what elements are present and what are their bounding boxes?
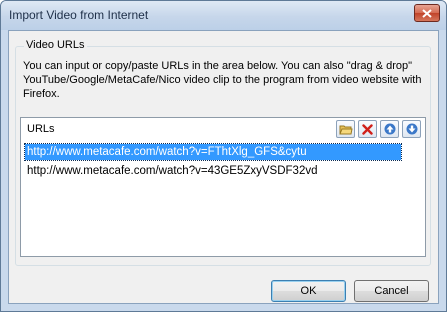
url-panel-header: URLs (21, 118, 425, 139)
group-legend: Video URLs (24, 39, 87, 51)
close-button[interactable] (414, 4, 440, 22)
move-up-button[interactable] (380, 120, 399, 138)
url-panel: URLs http://www.metacafe.com/watch?v=FTh… (20, 117, 426, 257)
title-bar[interactable]: Import Video from Internet (1, 1, 446, 30)
url-list-item[interactable]: http://www.metacafe.com/watch?v=FThtXlg_… (24, 143, 402, 161)
open-folder-icon (338, 125, 353, 135)
dialog-client-area: Video URLs You can input or copy/paste U… (8, 30, 439, 304)
move-up-icon (384, 123, 395, 135)
move-down-button[interactable] (402, 120, 421, 138)
ok-button[interactable]: OK (271, 280, 346, 302)
open-folder-button[interactable] (336, 120, 355, 138)
window-title: Import Video from Internet (9, 8, 149, 22)
delete-icon (362, 123, 373, 135)
instructions-text: You can input or copy/paste URLs in the … (23, 60, 422, 100)
url-header-label: URLs (27, 123, 55, 135)
video-urls-group: Video URLs You can input or copy/paste U… (15, 39, 431, 266)
cancel-button[interactable]: Cancel (354, 280, 429, 302)
url-list-item[interactable]: http://www.metacafe.com/watch?v=43GE5Zxy… (25, 163, 320, 179)
close-icon (422, 8, 432, 18)
move-down-icon (406, 123, 417, 135)
dialog-window: Import Video from Internet Video URLs Yo… (0, 0, 447, 312)
delete-button[interactable] (358, 120, 377, 138)
url-list[interactable]: http://www.metacafe.com/watch?v=FThtXlg_… (21, 143, 425, 256)
